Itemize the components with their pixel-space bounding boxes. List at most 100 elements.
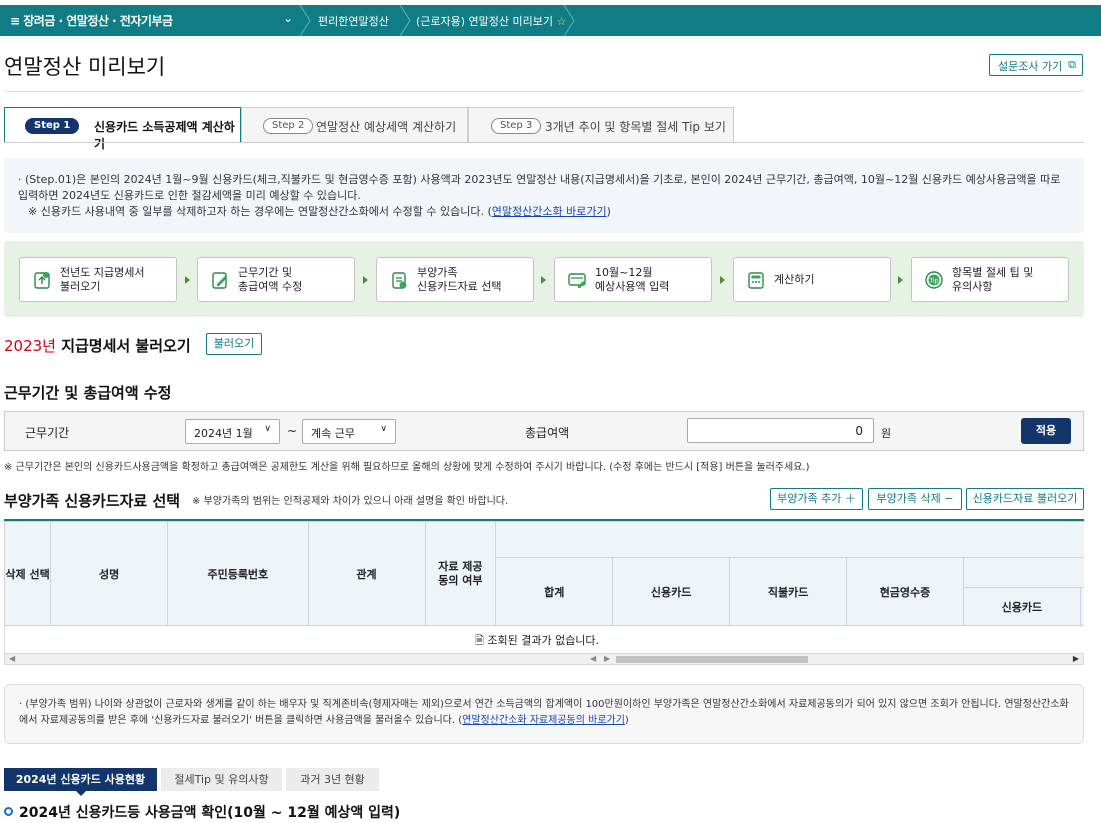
scroll-thumb[interactable] [616, 656, 808, 663]
scroll-left-icon[interactable]: ◀ [9, 654, 15, 663]
upload-doc-icon [34, 272, 50, 289]
load-button[interactable]: 불러오기 [206, 333, 262, 355]
column-header-consent: 자료 제공 동의 여부 [424, 521, 497, 626]
info-note-text: ※ 신용카드 사용내역 중 일부를 삭제하고자 하는 경우에는 연말정산간소화에… [28, 205, 492, 218]
dependents-info-text: · (부양가족 범위) 나이와 상관없이 근로자와 생계를 같이 하는 배우자 … [19, 697, 1074, 729]
salary-label: 총급여액 [525, 426, 570, 440]
flow-step-line: 총급여액 수정 [238, 280, 303, 293]
load-card-data-button[interactable]: 신용카드자료 불러오기 [966, 488, 1084, 510]
flow-step-line: 항목별 절세 팁 및 [952, 266, 1034, 279]
breadcrumb-current[interactable]: (근로자용) 연말정산 미리보기 ☆ [416, 13, 566, 29]
tab-label: 신용카드 소득공제액 계산하기 [94, 120, 235, 151]
flow-step-line: 근무기간 및 [238, 266, 293, 279]
column-header-subgroup [962, 557, 1084, 588]
period-label: 근무기간 [25, 426, 70, 440]
column-header-total: 합계 [495, 557, 614, 626]
flow-step-line: 예상사용액 입력 [595, 280, 670, 293]
arrow-right-icon [541, 276, 546, 284]
flow-step-line: 10월~12월 [595, 266, 653, 279]
breadcrumb-current-label: (근로자용) 연말정산 미리보기 [416, 15, 554, 28]
salary-input[interactable]: 0 [687, 418, 874, 443]
info-text: · (Step.01)은 본인의 2024년 1월~9월 신용카드(체크,직불카… [18, 173, 1061, 202]
scroll-right-icon[interactable]: ▶ [1073, 654, 1079, 663]
breadcrumb-item[interactable]: 편리한연말정산 [318, 13, 389, 29]
section-year: 2023년 [4, 337, 56, 355]
process-flow: 전년도 지급명세서 불러오기 근무기간 및 총급여액 수정 부양가족 신용카드자료 선… [4, 241, 1084, 317]
flow-step-load-statement[interactable]: 전년도 지급명세서 불러오기 [19, 257, 177, 302]
usage-section-heading: 2024년 신용카드등 사용금액 확인(10월 ~ 12월 예상액 입력) [4, 802, 400, 822]
section-title-load: 2023년 지급명세서 불러오기 [4, 335, 191, 356]
start-month-select[interactable]: 2024년 1월 ∨ [185, 419, 280, 444]
column-header-rrn: 주민등록번호 [167, 521, 309, 626]
breadcrumb-separator-icon [298, 5, 312, 36]
section-title-text: 지급명세서 불러오기 [55, 337, 191, 355]
info-text-close: ) [624, 715, 629, 726]
scroll-right-icon[interactable]: ▶ [604, 654, 610, 663]
dependents-table: 삭제 선택 성명 주민등록번호 관계 자료 제공 동의 여부 신용 합계 신용카… [4, 519, 1084, 669]
main-menu-button[interactable]: ≡ 장려금 · 연말정산 · 전자기부금 [10, 12, 173, 29]
flow-step-line: 신용카드자료 선택 [417, 280, 502, 293]
simplified-service-link[interactable]: 연말정산간소화 바로가기 [492, 205, 607, 218]
tab-card-usage[interactable]: 2024년 신용카드 사용현황 [4, 768, 157, 796]
tab-step-2[interactable]: Step 2 연말정산 예상세액 계산하기 [241, 107, 468, 143]
tab-step-1[interactable]: Step 1 신용카드 소득공제액 계산하기 [4, 107, 241, 151]
step-pill: Step 3 [491, 118, 542, 134]
plus-icon: ＋ [844, 492, 856, 505]
step-pill: Step 1 [25, 118, 80, 134]
chevron-down-icon: ∨ [264, 424, 271, 434]
period-note: ※ 근무기간은 본인의 신용카드사용금액을 확정하고 총급여액은 공제한도 계산… [4, 462, 810, 473]
flow-step-calculate[interactable]: 계산하기 [733, 257, 891, 302]
period-form-row: 근무기간 2024년 1월 ∨ ~ 계속 근무 ∨ 총급여액 0 원 적용 [4, 411, 1084, 451]
minus-icon: − [944, 492, 954, 505]
scroll-left-icon[interactable]: ◀ [590, 654, 596, 663]
flow-step-text: 10월~12월 예상사용액 입력 [595, 266, 710, 294]
column-header-delete: 삭제 선택 [4, 521, 52, 626]
add-dependent-button[interactable]: 부양가족 추가 ＋ [770, 488, 863, 510]
dependents-info-box: · (부양가족 범위) 나이와 상관없이 근로자와 생계를 같이 하는 배우자 … [4, 684, 1084, 744]
select-value: 2024년 1월 [194, 427, 253, 440]
external-link-icon: ⧉ [1068, 58, 1076, 71]
button-label: 부양가족 추가 [777, 492, 842, 505]
column-header-group: 신용 [495, 521, 1084, 558]
flow-step-text: 부양가족 신용카드자료 선택 [417, 266, 532, 294]
consent-link[interactable]: 연말정산간소화 자료제공동의 바로가기 [462, 715, 625, 726]
tab-label: 연말정산 예상세액 계산하기 [316, 120, 457, 134]
tab-label: 3개년 추이 및 항목별 절세 Tip 보기 [545, 120, 726, 134]
flow-step-expected-amount[interactable]: 10월~12월 예상사용액 입력 [554, 257, 712, 302]
flow-step-text: 전년도 지급명세서 불러오기 [60, 266, 175, 294]
flow-step-line: 불러오기 [60, 280, 101, 293]
survey-button-label: 설문조사 가기 [998, 60, 1063, 73]
flow-step-tips[interactable]: Tip 항목별 절세 팁 및 유의사항 [911, 257, 1069, 302]
arrow-right-icon [363, 276, 368, 284]
survey-button[interactable]: 설문조사 가기 ⧉ [989, 54, 1083, 76]
column-header-cash: 현금영수증 [846, 557, 964, 626]
flow-step-line: 부양가족 [417, 266, 458, 279]
currency-unit: 원 [881, 427, 892, 440]
column-header-name: 성명 [50, 521, 169, 626]
flow-step-text: 계산하기 [774, 273, 815, 286]
top-navigation-bar: ≡ 장려금 · 연말정산 · 전자기부금 ⌄ 편리한연말정산 (근로자용) 연말… [0, 5, 1101, 36]
arrow-right-icon [720, 276, 725, 284]
column-header-sub-more [1079, 587, 1084, 626]
delete-dependent-button[interactable]: 부양가족 삭제 − [868, 488, 962, 510]
column-header-relation: 관계 [307, 521, 426, 626]
employment-status-select[interactable]: 계속 근무 ∨ [302, 419, 396, 444]
document-icon: 🗎 [475, 634, 484, 647]
svg-text:Tip: Tip [929, 278, 939, 285]
tab-past-3-years[interactable]: 과거 3년 현황 [286, 768, 379, 791]
step-pill: Step 2 [263, 118, 314, 134]
horizontal-scrollbar[interactable]: ◀ ◀ ▶ ▶ [4, 653, 1084, 665]
flow-step-line: 전년도 지급명세서 [60, 266, 145, 279]
checklist-icon [392, 272, 407, 289]
tab-tax-tips[interactable]: 절세Tip 및 유의사항 [161, 768, 282, 791]
page-title: 연말정산 미리보기 [4, 55, 166, 79]
chevron-down-icon: ∨ [380, 424, 387, 434]
apply-button[interactable]: 적용 [1021, 418, 1071, 444]
chevron-down-icon[interactable]: ⌄ [283, 11, 293, 25]
button-label: 부양가족 삭제 [876, 492, 941, 505]
flow-step-select-dependents[interactable]: 부양가족 신용카드자료 선택 [376, 257, 534, 302]
column-header-credit: 신용카드 [612, 557, 731, 626]
tab-step-3[interactable]: Step 3 3개년 추이 및 항목별 절세 Tip 보기 [468, 107, 734, 143]
flow-step-edit-period[interactable]: 근무기간 및 총급여액 수정 [197, 257, 355, 302]
divider [4, 91, 1084, 92]
